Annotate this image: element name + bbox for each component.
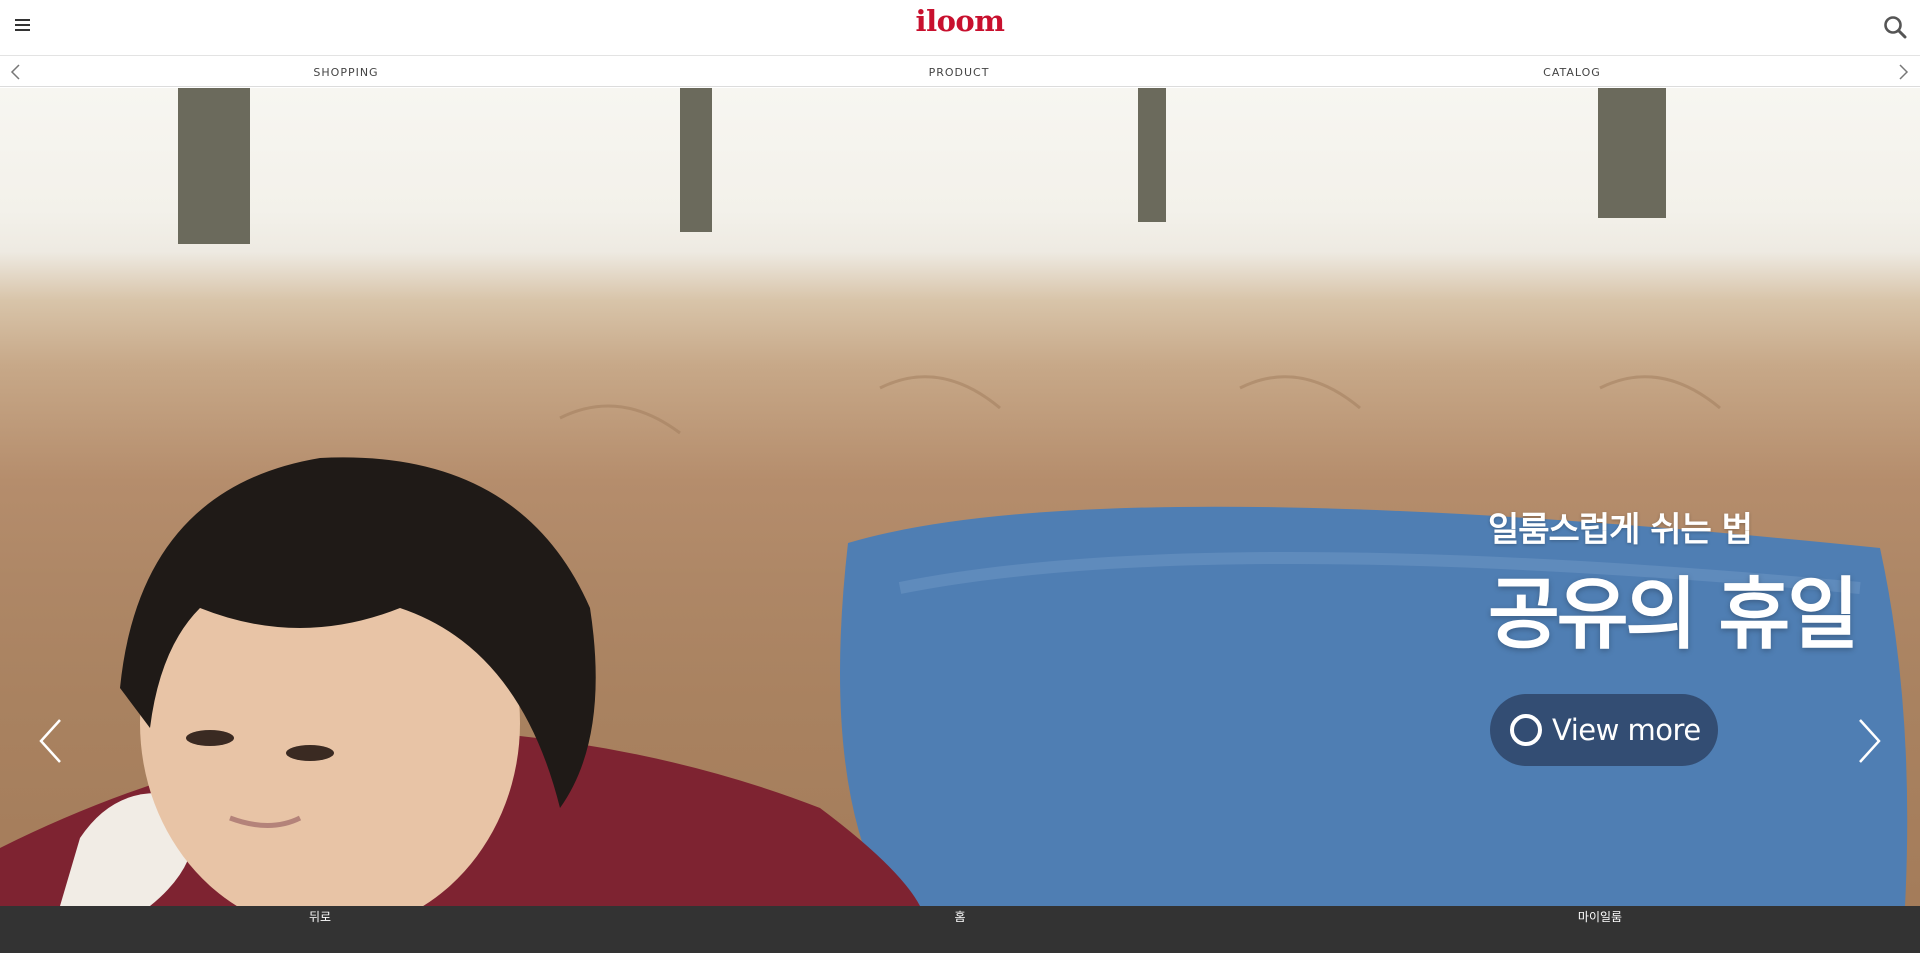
top-header: iloom <box>0 0 1920 56</box>
nav-item-catalog[interactable]: CATALOG <box>1472 66 1672 79</box>
back-button[interactable]: 뒤로 <box>220 906 420 928</box>
my-iloom-button[interactable]: 마이일룸 <box>1500 906 1700 928</box>
category-nav: SHOPPING PRODUCT CATALOG <box>0 57 1920 87</box>
view-more-button[interactable]: View more <box>1490 694 1718 766</box>
hero-banner[interactable]: 일룸스럽게 쉬는 법 공유의 휴일 View more <box>0 88 1920 906</box>
hero-photo <box>0 88 1908 906</box>
slide-prev-icon[interactable] <box>36 716 66 766</box>
hamburger-menu-icon[interactable] <box>14 15 32 33</box>
nav-item-shopping[interactable]: SHOPPING <box>246 66 446 79</box>
hero-copy: 일룸스럽게 쉬는 법 공유의 휴일 <box>1488 502 1868 659</box>
logo: iloom <box>0 4 1920 38</box>
chevron-left-icon[interactable] <box>9 63 23 81</box>
bottom-nav-bar: 뒤로 홈 마이일룸 <box>0 906 1920 953</box>
slide-next-icon[interactable] <box>1854 716 1884 766</box>
circle-icon <box>1510 714 1542 746</box>
logo-link[interactable]: iloom <box>916 4 1005 38</box>
hero-title: 공유의 휴일 <box>1488 570 1859 660</box>
chevron-right-icon[interactable] <box>1896 63 1910 81</box>
search-icon[interactable] <box>1882 14 1908 40</box>
view-more-label: View more <box>1552 713 1701 747</box>
home-button[interactable]: 홈 <box>860 906 1060 928</box>
hero-subtitle: 일룸스럽게 쉬는 법 <box>1488 510 1753 550</box>
nav-item-product[interactable]: PRODUCT <box>859 66 1059 79</box>
